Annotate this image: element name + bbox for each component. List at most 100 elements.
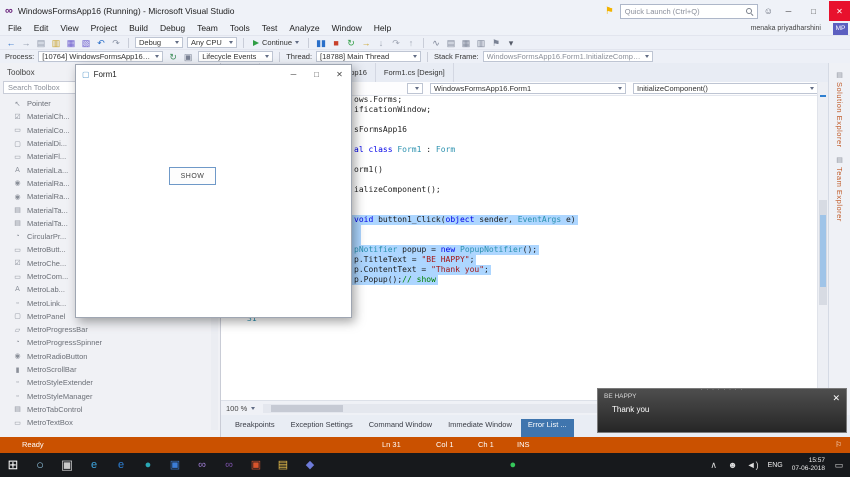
- autohide-tab[interactable]: ▤ Team Explorer: [829, 156, 850, 222]
- editor-scrollbar[interactable]: [817, 82, 828, 400]
- lifecycle-events-dropdown[interactable]: Lifecycle Events: [198, 51, 273, 62]
- toolbox-item[interactable]: ◔ MetroProgressSpinner: [0, 336, 220, 349]
- tray-chevron-icon[interactable]: ∧: [709, 453, 719, 477]
- diagnostics-icon[interactable]: ∿: [430, 37, 442, 49]
- menu-item[interactable]: Window: [326, 22, 368, 35]
- feedback-icon[interactable]: ☺: [764, 6, 773, 16]
- minimize-button[interactable]: ─: [779, 1, 798, 21]
- menu-item[interactable]: Analyze: [283, 22, 325, 35]
- menu-item[interactable]: View: [54, 22, 84, 35]
- cortana-search-icon[interactable]: ○: [33, 453, 47, 477]
- code-area[interactable]: ows.Forms;ificationWindow;sFormsApp16al …: [352, 95, 816, 285]
- menu-item[interactable]: Build: [123, 22, 154, 35]
- restart-icon[interactable]: ↻: [345, 37, 357, 49]
- edge-icon[interactable]: e: [87, 453, 101, 477]
- save-icon[interactable]: ▦: [65, 37, 77, 49]
- step-over-icon[interactable]: ↷: [390, 37, 402, 49]
- menu-item[interactable]: Edit: [28, 22, 55, 35]
- process-dropdown[interactable]: [10764] WindowsFormsApp16.exe: [38, 51, 163, 62]
- step-into-icon[interactable]: ↓: [375, 37, 387, 49]
- show-button[interactable]: SHOW: [169, 167, 216, 185]
- control-icon: ▤: [13, 405, 22, 413]
- class-dropdown[interactable]: WindowsFormsApp16.Form1: [430, 83, 626, 94]
- toolbox-item[interactable]: ▱ MetroProgressBar: [0, 323, 220, 336]
- redo-icon[interactable]: ↷: [110, 37, 122, 49]
- task-view-icon[interactable]: ▣: [60, 453, 74, 477]
- menu-item[interactable]: Debug: [154, 22, 191, 35]
- scrollbar-thumb[interactable]: [271, 405, 343, 412]
- flag-icon[interactable]: ⚑: [490, 37, 502, 49]
- bottom-panel-tab[interactable]: Exception Settings: [284, 419, 360, 437]
- quick-launch-input[interactable]: Quick Launch (Ctrl+Q): [620, 4, 758, 19]
- toolbox-item[interactable]: ▫ MetroStyleManager: [0, 390, 220, 403]
- toolbox-item[interactable]: ▫ MetroStyleExtender: [0, 376, 220, 389]
- menu-item[interactable]: Team: [191, 22, 224, 35]
- form1-titlebar[interactable]: ▢ Form1 ─ □ ✕: [76, 65, 351, 84]
- output-window-icon[interactable]: ▥: [475, 37, 487, 49]
- properties-icon[interactable]: ▦: [460, 37, 472, 49]
- file-explorer-icon[interactable]: ▤: [276, 453, 290, 477]
- zoom-level[interactable]: 100 %: [226, 404, 247, 413]
- open-file-icon[interactable]: ▥: [50, 37, 62, 49]
- solution-explorer-icon[interactable]: ▤: [445, 37, 457, 49]
- back-icon[interactable]: ←: [5, 37, 17, 49]
- autohide-tab[interactable]: ▤ Solution Explorer: [829, 71, 850, 148]
- bottom-panel-tab[interactable]: Error List ...: [521, 419, 574, 437]
- teal-app-icon[interactable]: ●: [141, 453, 155, 477]
- status-notification-icon[interactable]: ⚐: [835, 437, 842, 453]
- member-dropdown[interactable]: InitializeComponent(): [633, 83, 818, 94]
- action-center-icon[interactable]: ▭: [834, 453, 844, 477]
- control-icon: ▫: [13, 393, 22, 400]
- notification-flag-icon[interactable]: ⚑: [605, 6, 614, 17]
- green-app-icon[interactable]: ●: [506, 453, 520, 477]
- configuration-dropdown[interactable]: Debug: [135, 37, 183, 48]
- toolbox-item[interactable]: ▮ MetroScrollBar: [0, 363, 220, 376]
- form-close-button[interactable]: ✕: [328, 65, 351, 84]
- popup-close-button[interactable]: ✕: [832, 393, 840, 404]
- toolbox-item[interactable]: ▭ MetroTextBox: [0, 416, 220, 429]
- form-minimize-button[interactable]: ─: [282, 65, 305, 84]
- save-all-icon[interactable]: ▧: [80, 37, 92, 49]
- close-button[interactable]: ✕: [829, 1, 850, 21]
- continue-button[interactable]: Continue: [250, 38, 302, 47]
- toolbox-item[interactable]: ▤ MetroTabControl: [0, 403, 220, 416]
- vs-installer-icon[interactable]: ◆: [303, 453, 317, 477]
- undo-icon[interactable]: ↶: [95, 37, 107, 49]
- people-icon[interactable]: ☻: [728, 453, 738, 477]
- bottom-panel-tab[interactable]: Breakpoints: [228, 419, 282, 437]
- overflow-icon[interactable]: ▾: [505, 37, 517, 49]
- step-out-icon[interactable]: ↑: [405, 37, 417, 49]
- menu-item[interactable]: File: [2, 22, 28, 35]
- bottom-panel-tab[interactable]: Immediate Window: [441, 419, 519, 437]
- platform-dropdown[interactable]: Any CPU: [187, 37, 237, 48]
- forward-icon[interactable]: →: [20, 37, 32, 49]
- show-next-statement-icon[interactable]: →: [360, 37, 372, 49]
- refresh-icon[interactable]: ↻: [167, 51, 179, 63]
- new-file-icon[interactable]: ▤: [35, 37, 47, 49]
- form-maximize-button[interactable]: □: [305, 65, 328, 84]
- maximize-button[interactable]: □: [804, 1, 823, 21]
- menu-item[interactable]: Project: [85, 22, 123, 35]
- project-dropdown[interactable]: [407, 83, 423, 94]
- menu-item[interactable]: Help: [368, 22, 397, 35]
- stop-icon[interactable]: ■: [330, 37, 342, 49]
- break-all-icon[interactable]: ▮▮: [315, 37, 327, 49]
- visual-studio-2-icon[interactable]: ∞: [222, 453, 236, 477]
- thread-dropdown[interactable]: [18788] Main Thread: [316, 51, 421, 62]
- language-indicator[interactable]: ENG: [768, 462, 783, 469]
- visual-studio-icon[interactable]: ∞: [195, 453, 209, 477]
- document-tab[interactable]: Form1.cs [Design]: [376, 63, 454, 82]
- toolbox-item[interactable]: ◉ MetroRadioButton: [0, 350, 220, 363]
- bottom-panel-tab[interactable]: Command Window: [362, 419, 439, 437]
- orange-app-icon[interactable]: ▣: [249, 453, 263, 477]
- start-button[interactable]: ⊞: [6, 453, 20, 477]
- snapshot-icon[interactable]: ▣: [182, 51, 194, 63]
- blue-app-icon[interactable]: ▣: [168, 453, 182, 477]
- stack-frame-dropdown[interactable]: WindowsFormsApp16.Form1.InitializeCompon…: [483, 51, 653, 62]
- speaker-icon[interactable]: ◄): [747, 453, 759, 477]
- clock[interactable]: 15:57 07-06-2018: [792, 457, 825, 473]
- user-avatar[interactable]: MP: [833, 23, 848, 35]
- menu-item[interactable]: Tools: [224, 22, 256, 35]
- menu-item[interactable]: Test: [256, 22, 284, 35]
- internet-explorer-icon[interactable]: e: [114, 453, 128, 477]
